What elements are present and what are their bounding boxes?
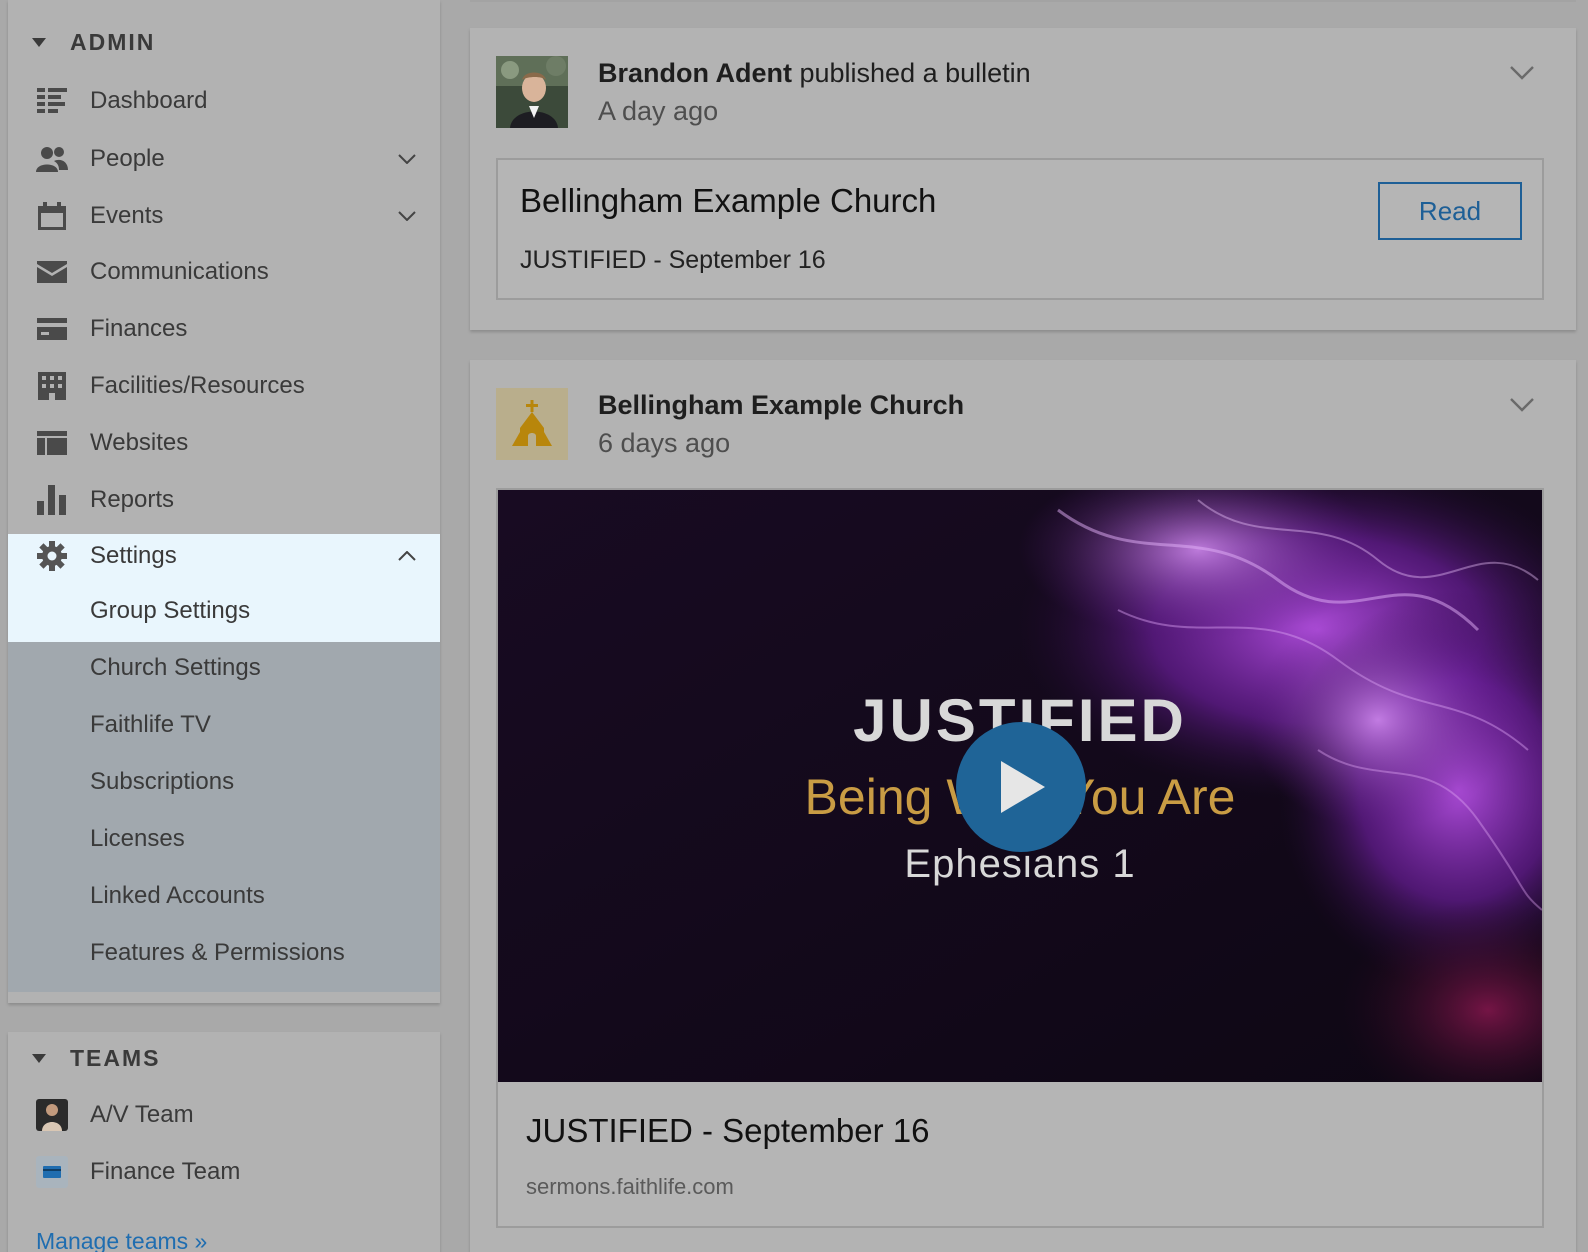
sidebar-item-label: People xyxy=(90,145,165,172)
sidebar-item-label: Settings xyxy=(90,542,177,569)
team-label: Finance Team xyxy=(90,1158,241,1185)
sidebar-item-reports[interactable]: Reports xyxy=(8,471,440,529)
settings-sub-group-settings[interactable]: Group Settings xyxy=(90,597,250,625)
post-timestamp: 6 days ago xyxy=(598,428,731,458)
sidebar-item-label: Facilities/Resources xyxy=(90,372,305,399)
credit-card-icon xyxy=(36,313,68,345)
manage-teams-link[interactable]: Manage teams » xyxy=(36,1228,207,1252)
settings-sub-licenses[interactable]: Licenses xyxy=(90,825,185,853)
post-header: Brandon Adent published a bulletin xyxy=(598,58,1031,89)
av-team-avatar xyxy=(36,1099,68,1131)
post-action: published a bulletin xyxy=(799,58,1031,88)
envelope-icon xyxy=(36,256,68,288)
settings-sub-linked-accounts[interactable]: Linked Accounts xyxy=(90,882,265,910)
post-timestamp: A day ago xyxy=(598,96,719,126)
teams-section-header[interactable]: TEAMS xyxy=(8,1038,440,1078)
video-thumbnail[interactable]: JUSTIFIED Being Who You Are Ephesians 1 xyxy=(498,490,1542,1082)
sidebar-item-label: Finances xyxy=(90,315,188,342)
sermon-caption: JUSTIFIED - September 16 xyxy=(526,1112,930,1149)
sidebar-item-communications[interactable]: Communications xyxy=(8,243,440,301)
settings-sub-subscriptions[interactable]: Subscriptions xyxy=(90,768,234,796)
sidebar-item-label: Events xyxy=(90,202,164,229)
caret-down-icon xyxy=(32,1053,46,1063)
team-item-av[interactable]: A/V Team xyxy=(8,1086,440,1144)
post-author[interactable]: Bellingham Example Church xyxy=(598,390,964,420)
sidebar-item-finances[interactable]: Finances xyxy=(8,300,440,358)
sidebar-item-events[interactable]: Events xyxy=(8,187,440,245)
post-header: Bellingham Example Church xyxy=(598,390,964,421)
finance-team-avatar xyxy=(36,1156,68,1188)
chevron-down-icon[interactable] xyxy=(1510,398,1534,422)
caret-down-icon xyxy=(32,37,46,47)
sermon-source-link[interactable]: sermons.faithlife.com xyxy=(526,1174,734,1200)
sidebar-item-people[interactable]: People xyxy=(8,130,440,188)
dashboard-icon xyxy=(36,85,68,117)
play-icon xyxy=(1001,761,1045,813)
sidebar-item-label: Reports xyxy=(90,486,175,513)
teams-panel: TEAMS A/V Team Finance Team Manage teams… xyxy=(8,1032,440,1252)
play-button[interactable] xyxy=(956,722,1086,852)
chevron-up-icon[interactable] xyxy=(396,545,418,567)
sidebar-item-label: Dashboard xyxy=(90,87,208,114)
chevron-down-icon[interactable] xyxy=(1510,66,1534,90)
sidebar-item-label: Communications xyxy=(90,258,269,285)
sidebar-item-facilities[interactable]: Facilities/Resources xyxy=(8,357,440,415)
post-author[interactable]: Brandon Adent xyxy=(598,58,792,88)
bulletin-title: Bellingham Example Church xyxy=(520,182,937,219)
feed-card-sermon: Bellingham Example Church 6 days ago JUS… xyxy=(470,360,1576,1252)
sidebar-item-websites[interactable]: Websites xyxy=(8,414,440,472)
settings-sub-faithlife-tv[interactable]: Faithlife TV xyxy=(90,711,211,739)
read-button[interactable]: Read xyxy=(1378,182,1522,240)
website-icon xyxy=(36,427,68,459)
chevron-down-icon[interactable] xyxy=(396,205,418,227)
sidebar-item-label: Websites xyxy=(90,429,189,456)
previous-card-edge xyxy=(470,0,1576,2)
bar-chart-icon xyxy=(36,484,68,516)
gear-icon xyxy=(36,540,68,572)
feed-card-bulletin: Brandon Adent published a bulletin A day… xyxy=(470,28,1576,330)
settings-sub-church-settings[interactable]: Church Settings xyxy=(90,654,261,682)
team-item-finance[interactable]: Finance Team xyxy=(8,1143,440,1201)
people-icon xyxy=(36,143,68,175)
user-avatar[interactable] xyxy=(496,56,568,128)
admin-panel: ADMIN Dashboard People Events Communicat… xyxy=(8,0,440,1003)
calendar-icon xyxy=(36,200,68,232)
bulletin-box[interactable]: Bellingham Example Church JUSTIFIED - Se… xyxy=(496,158,1544,300)
admin-section-header[interactable]: ADMIN xyxy=(8,22,440,62)
teams-section-title: TEAMS xyxy=(70,1044,161,1071)
sidebar-item-settings[interactable]: Settings xyxy=(8,527,440,585)
sermon-media-box[interactable]: JUSTIFIED Being Who You Are Ephesians 1 … xyxy=(496,488,1544,1228)
team-label: A/V Team xyxy=(90,1101,194,1128)
bulletin-subtitle: JUSTIFIED - September 16 xyxy=(520,246,826,274)
admin-section-title: ADMIN xyxy=(70,28,156,55)
settings-sub-features-permissions[interactable]: Features & Permissions xyxy=(90,939,345,967)
chevron-down-icon[interactable] xyxy=(396,148,418,170)
sidebar-item-dashboard[interactable]: Dashboard xyxy=(8,72,440,130)
building-icon xyxy=(36,370,68,402)
church-avatar[interactable] xyxy=(496,388,568,460)
